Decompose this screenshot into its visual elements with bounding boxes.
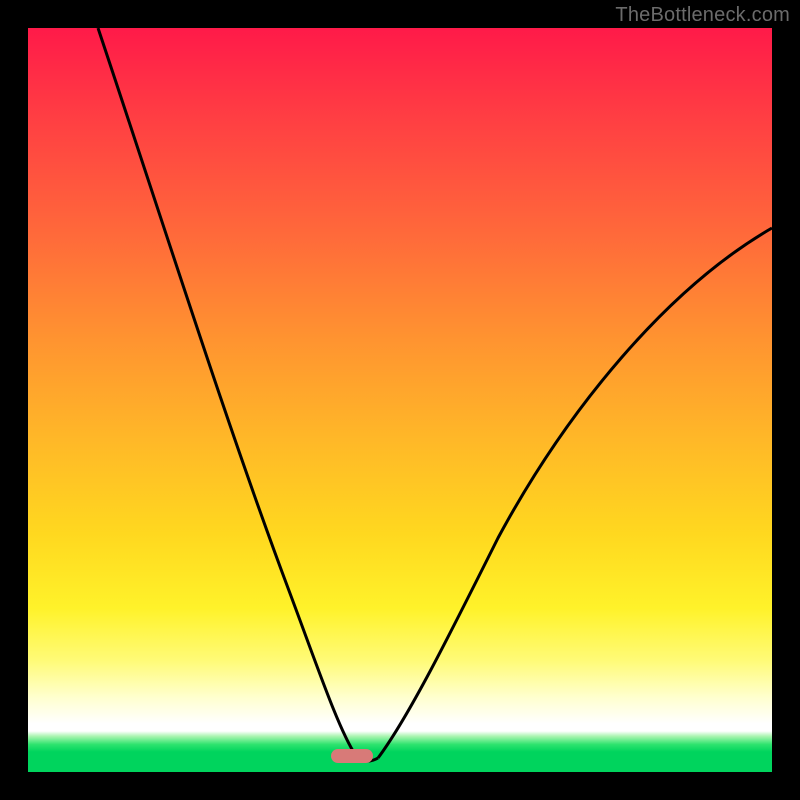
min-marker <box>331 749 373 763</box>
curve-left-branch <box>98 28 356 756</box>
chart-frame: TheBottleneck.com <box>0 0 800 800</box>
curve-right-branch <box>378 228 772 758</box>
plot-area <box>28 28 772 772</box>
watermark-text: TheBottleneck.com <box>615 4 790 27</box>
bottleneck-curve <box>28 28 772 772</box>
